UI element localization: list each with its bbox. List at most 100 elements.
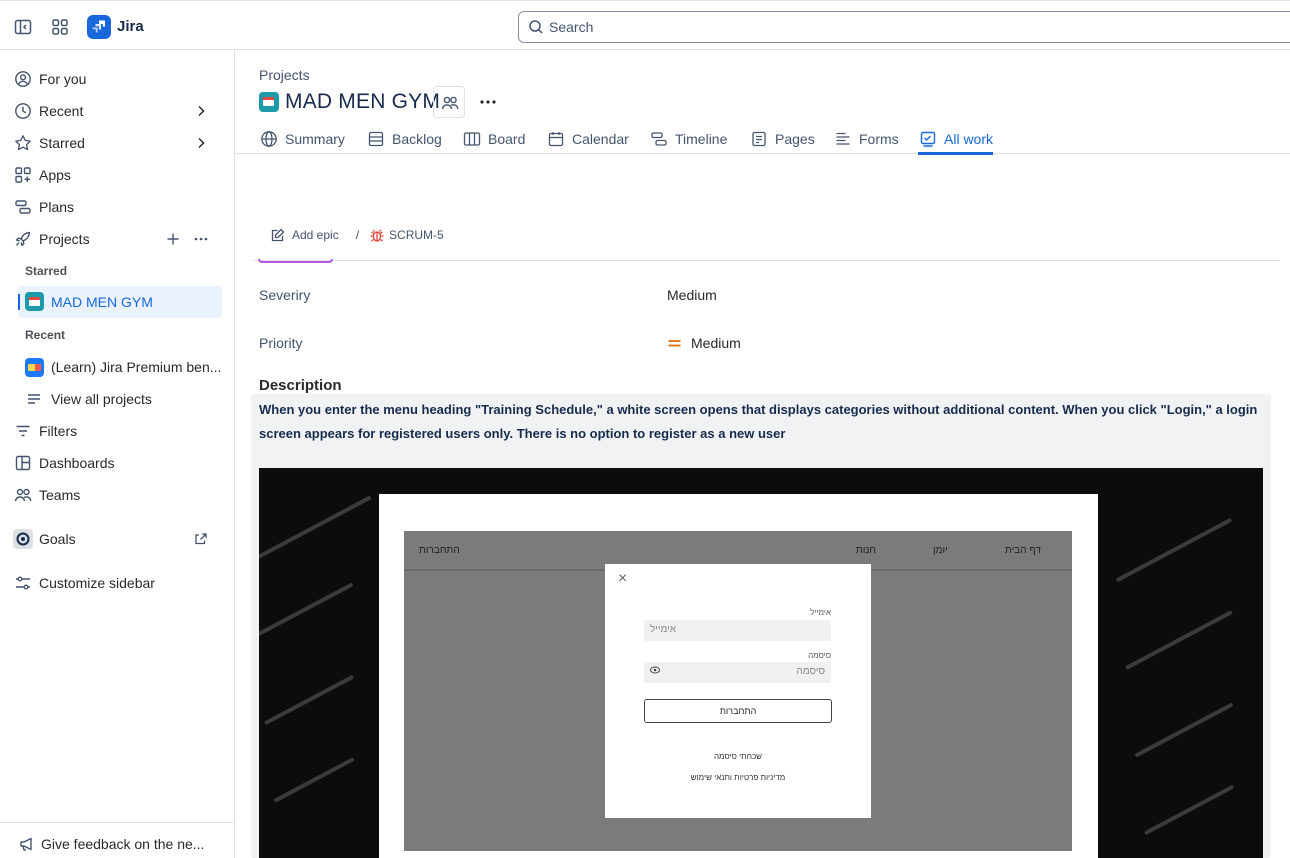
background-streak	[259, 495, 372, 565]
background-streak	[1125, 610, 1233, 670]
edit-icon[interactable]	[270, 227, 286, 243]
tab-forms[interactable]: Forms	[833, 124, 899, 154]
chevron-right-icon[interactable]	[191, 101, 211, 121]
search-box[interactable]	[518, 11, 1290, 43]
apps-icon	[12, 164, 34, 186]
sidebar-item-label: Dashboards	[39, 455, 115, 471]
people-icon	[440, 93, 460, 113]
screenshot-login-modal: × אימייל אימייל סיסמה סיסמה התחברות שכחת…	[605, 564, 871, 818]
sidebar-item-label: MAD MEN GYM	[51, 294, 153, 310]
close-icon: ×	[618, 570, 628, 587]
sidebar-item-label: Recent	[39, 103, 84, 119]
sidebar-item-label: Teams	[39, 487, 81, 503]
page-title[interactable]: MAD MEN GYM	[285, 90, 440, 114]
sidebar: For you Recent Starred Apps Plans Projec…	[0, 50, 235, 858]
tab-calendar[interactable]: Calendar	[546, 124, 629, 154]
backlog-icon	[366, 129, 386, 149]
tab-label: Forms	[859, 131, 899, 147]
sidebar-item-goals[interactable]: Goals	[12, 525, 224, 553]
external-link-icon[interactable]	[191, 529, 211, 549]
background-streak	[273, 757, 355, 803]
background-streak	[1115, 517, 1233, 583]
filter-icon	[12, 420, 34, 442]
app-name[interactable]: Jira	[117, 18, 144, 35]
customize-icon	[12, 572, 34, 594]
add-project-icon[interactable]	[163, 229, 183, 249]
tab-timeline[interactable]: Timeline	[649, 124, 727, 154]
tab-summary[interactable]: Summary	[259, 124, 345, 154]
forms-icon	[833, 129, 853, 149]
sidebar-item-plans[interactable]: Plans	[12, 193, 224, 221]
tab-board[interactable]: Board	[462, 124, 525, 154]
recent-section-heading: Recent	[25, 328, 66, 342]
goals-icon	[12, 528, 34, 550]
jira-logo-icon[interactable]	[87, 15, 111, 39]
sidebar-item-projects[interactable]: Projects	[12, 225, 224, 253]
issue-key-link[interactable]: SCRUM-5	[389, 228, 444, 242]
bug-icon	[369, 227, 385, 243]
site-home-link: דף הבית	[1005, 545, 1041, 556]
pages-icon	[749, 129, 769, 149]
tab-pages[interactable]: Pages	[749, 124, 815, 154]
more-horizontal-icon	[478, 92, 498, 112]
clock-icon	[12, 100, 34, 122]
severity-value[interactable]: Medium	[667, 287, 717, 303]
sidebar-item-label: Goals	[39, 531, 76, 547]
priority-medium-icon	[667, 337, 682, 349]
sidebar-item-starred[interactable]: Starred	[12, 129, 224, 157]
rocket-icon	[12, 228, 34, 250]
tab-all-work[interactable]: All work	[918, 124, 994, 155]
more-actions-button[interactable]	[472, 86, 504, 118]
calendar-icon	[546, 129, 566, 149]
sidebar-item-teams[interactable]: Teams	[12, 481, 224, 509]
add-epic-link[interactable]: Add epic	[292, 228, 339, 242]
email-label: אימייל	[810, 608, 831, 617]
sidebar-toggle-icon[interactable]	[12, 16, 34, 38]
sidebar-item-label: Apps	[39, 167, 71, 183]
give-feedback-button[interactable]: Give feedback on the ne...	[0, 822, 234, 858]
sidebar-item-for-you[interactable]: For you	[12, 65, 224, 93]
background-streak	[1143, 784, 1235, 836]
sidebar-item-mad-men-gym[interactable]: MAD MEN GYM	[18, 286, 222, 318]
description-editor[interactable]: When you enter the menu heading "Trainin…	[251, 394, 1271, 858]
breadcrumb[interactable]: Projects	[259, 67, 310, 83]
email-field: אימייל	[644, 620, 831, 641]
eye-icon	[650, 666, 660, 674]
priority-value: Medium	[691, 335, 741, 351]
issue-breadcrumb: Add epic / SCRUM-5	[270, 224, 444, 246]
severity-label: Severiry	[259, 287, 311, 303]
project-avatar-icon	[24, 357, 44, 377]
sidebar-item-label: Starred	[39, 135, 85, 151]
timeline-icon	[649, 129, 669, 149]
password-placeholder: סיסמה	[796, 666, 825, 677]
background-streak	[1134, 702, 1234, 758]
screenshot-page: התחברות חנות יומן דף הבית × אימייל אימיי…	[379, 494, 1098, 858]
list-icon	[24, 389, 44, 409]
tab-backlog[interactable]: Backlog	[366, 124, 442, 154]
description-text: When you enter the menu heading "Trainin…	[259, 402, 1258, 441]
sidebar-item-apps[interactable]: Apps	[12, 161, 224, 189]
top-navigation: Jira	[0, 0, 1290, 50]
priority-field[interactable]: Medium	[667, 335, 741, 351]
team-access-button[interactable]	[433, 86, 465, 118]
tab-label: Pages	[775, 131, 815, 147]
more-horizontal-icon[interactable]	[191, 229, 211, 249]
status-lozenge-edge	[258, 259, 333, 263]
app-switcher-icon[interactable]	[49, 16, 71, 38]
sidebar-item-recent[interactable]: Recent	[12, 97, 224, 125]
sidebar-item-view-all-projects[interactable]: View all projects	[24, 385, 224, 413]
star-icon	[12, 132, 34, 154]
sidebar-item-filters[interactable]: Filters	[12, 417, 224, 445]
sidebar-item-label: For you	[39, 71, 87, 87]
divider	[253, 260, 1280, 261]
board-icon	[462, 129, 482, 149]
sidebar-item-dashboards[interactable]: Dashboards	[12, 449, 224, 477]
search-input[interactable]	[549, 17, 1249, 37]
attachment-image[interactable]: התחברות חנות יומן דף הבית × אימייל אימיי…	[259, 468, 1263, 858]
tab-label: Backlog	[392, 131, 442, 147]
starred-section-heading: Starred	[25, 264, 68, 278]
chevron-right-icon[interactable]	[191, 133, 211, 153]
sidebar-item-customize[interactable]: Customize sidebar	[12, 569, 224, 597]
sidebar-item-learn-jira[interactable]: (Learn) Jira Premium ben...	[24, 353, 224, 381]
forgot-password-link: שכחתי סיסמה	[713, 752, 763, 761]
